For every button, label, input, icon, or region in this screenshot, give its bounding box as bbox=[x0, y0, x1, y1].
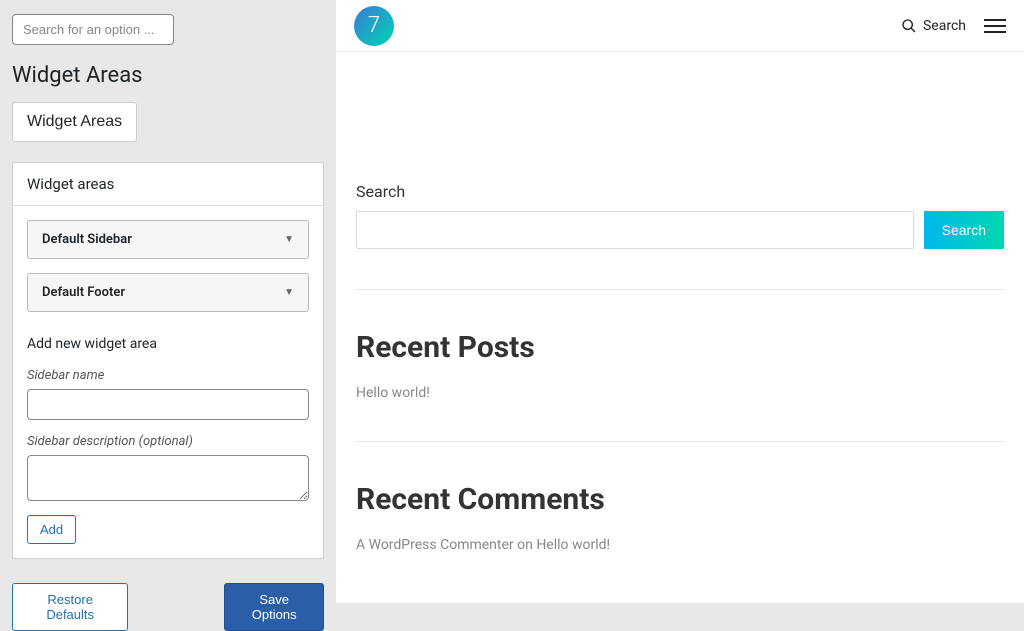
search-widget: Search bbox=[356, 211, 1004, 290]
search-icon bbox=[901, 18, 917, 34]
dropdown-label: Default Sidebar bbox=[42, 232, 132, 247]
section-title: Widget Areas bbox=[12, 63, 324, 88]
search-widget-label: Search bbox=[356, 182, 1004, 201]
search-input[interactable] bbox=[356, 211, 914, 249]
recent-comment-item[interactable]: A WordPress Commenter on Hello world! bbox=[356, 537, 1004, 553]
search-toggle-label: Search bbox=[923, 18, 966, 34]
save-options-button[interactable]: Save Options bbox=[224, 583, 324, 631]
dropdown-default-footer[interactable]: Default Footer ▼ bbox=[27, 273, 309, 312]
chevron-down-icon: ▼ bbox=[284, 234, 294, 245]
search-toggle[interactable]: Search bbox=[901, 18, 966, 34]
recent-comments-title: Recent Comments bbox=[356, 482, 1004, 517]
panel-header: Widget areas bbox=[13, 163, 323, 206]
add-new-heading: Add new widget area bbox=[27, 336, 309, 352]
chevron-down-icon: ▼ bbox=[284, 287, 294, 298]
preview-area: 7 Search Search Search Recent Posts Hell… bbox=[336, 0, 1024, 603]
customizer-sidebar: Widget Areas Widget Areas Widget areas D… bbox=[0, 0, 336, 603]
sidebar-name-label: Sidebar name bbox=[27, 368, 309, 383]
topbar-right: Search bbox=[901, 18, 1006, 34]
menu-icon[interactable] bbox=[984, 19, 1006, 33]
widget-areas-panel: Widget areas Default Sidebar ▼ Default F… bbox=[12, 162, 324, 559]
search-button[interactable]: Search bbox=[924, 211, 1004, 249]
dropdown-default-sidebar[interactable]: Default Sidebar ▼ bbox=[27, 220, 309, 259]
panel-body: Default Sidebar ▼ Default Footer ▼ Add n… bbox=[13, 206, 323, 558]
sidebar-desc-label: Sidebar description (optional) bbox=[27, 434, 309, 449]
site-logo[interactable]: 7 bbox=[354, 6, 394, 46]
recent-posts-title: Recent Posts bbox=[356, 330, 1004, 365]
restore-defaults-button[interactable]: Restore Defaults bbox=[12, 583, 128, 631]
tab-widget-areas[interactable]: Widget Areas bbox=[12, 102, 137, 142]
footer-buttons: Restore Defaults Save Options bbox=[12, 583, 324, 631]
preview-content: Search Search Recent Posts Hello world! … bbox=[336, 182, 1024, 573]
topbar: 7 Search bbox=[336, 0, 1024, 52]
sidebar-desc-input[interactable] bbox=[27, 455, 309, 501]
sidebar-name-input[interactable] bbox=[27, 389, 309, 420]
recent-post-item[interactable]: Hello world! bbox=[356, 385, 1004, 442]
add-button[interactable]: Add bbox=[27, 515, 76, 544]
search-option-input[interactable] bbox=[12, 14, 174, 45]
dropdown-label: Default Footer bbox=[42, 285, 125, 300]
